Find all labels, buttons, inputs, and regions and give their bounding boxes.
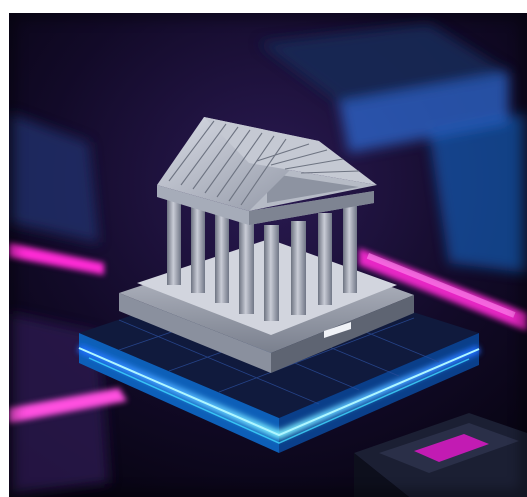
scene-illustration (9, 13, 527, 497)
image-frame (9, 13, 527, 497)
